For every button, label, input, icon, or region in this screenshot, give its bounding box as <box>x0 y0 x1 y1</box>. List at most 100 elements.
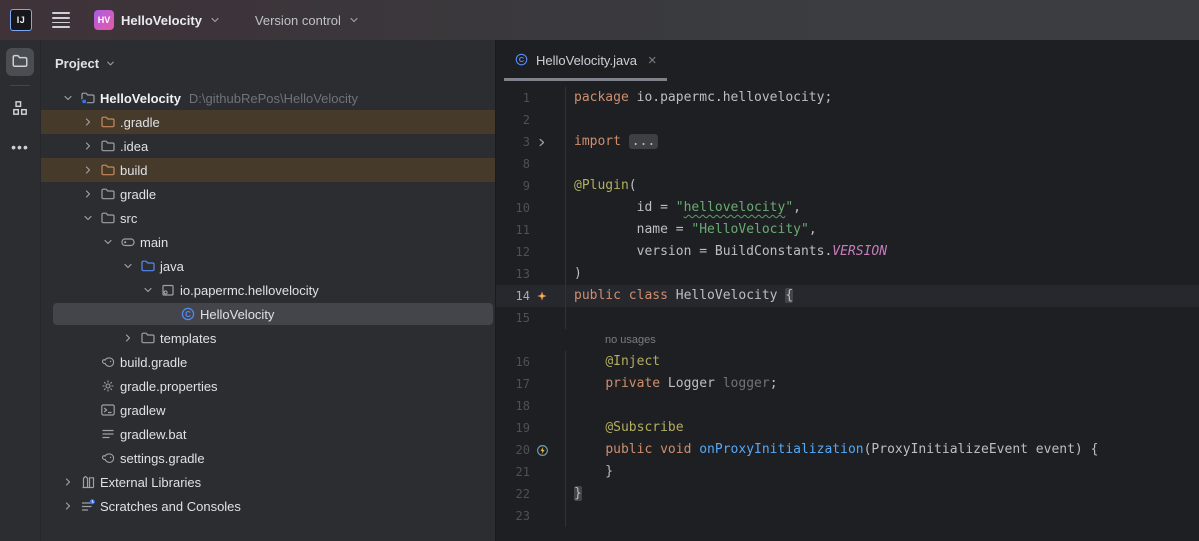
code-token: id = <box>574 200 676 215</box>
tree-item-java[interactable]: java <box>41 254 495 278</box>
project-panel-header[interactable]: Project <box>41 40 495 86</box>
code-line-21[interactable]: 21 } <box>496 461 1199 483</box>
tree-item-scratches-and-consoles[interactable]: Scratches and Consoles <box>41 494 495 518</box>
tree-item-build[interactable]: build <box>41 158 495 182</box>
event-listener-gutter-icon[interactable] <box>534 439 565 461</box>
tree-item-label: Scratches and Consoles <box>100 499 241 514</box>
code-line-15[interactable]: 15 <box>496 307 1199 329</box>
chevron-placeholder <box>78 378 98 394</box>
code-line-18[interactable]: 18 <box>496 395 1199 417</box>
fold-arrow-icon[interactable] <box>534 131 565 153</box>
code-line-1[interactable]: 1package io.papermc.hellovelocity; <box>496 87 1199 109</box>
code-line-20[interactable]: 20 public void onProxyInitialization(Pro… <box>496 439 1199 461</box>
tree-item-hellovelocity[interactable]: HelloVelocityD:\githubRePos\HelloVelocit… <box>41 86 495 110</box>
chevron-right-icon[interactable] <box>58 474 78 490</box>
code-token: @Inject <box>605 354 660 369</box>
chevron-down-icon[interactable] <box>98 234 118 250</box>
code-text: } <box>566 461 613 483</box>
tree-item-gradlew-bat[interactable]: gradlew.bat <box>41 422 495 446</box>
gutter: 3 <box>496 131 566 153</box>
code-token: @Subscribe <box>605 420 683 435</box>
code-token: io.papermc.hellovelocity; <box>629 90 833 105</box>
code-text: name = "HelloVelocity", <box>566 219 817 241</box>
code-line-19[interactable]: 19 @Subscribe <box>496 417 1199 439</box>
code-token: } <box>574 464 613 479</box>
plugin-gutter-icon[interactable] <box>534 285 565 307</box>
gutter: 22 <box>496 483 566 505</box>
more-tool-windows-button[interactable]: ••• <box>6 133 34 161</box>
tree-item-src[interactable]: src <box>41 206 495 230</box>
intellij-window: IJ HV HelloVelocity Version control <box>0 0 1199 541</box>
vcs-widget[interactable]: Version control <box>255 13 360 28</box>
code-text: @Inject <box>566 351 660 373</box>
code-line-9[interactable]: 9@Plugin( <box>496 175 1199 197</box>
main-toolbar: IJ HV HelloVelocity Version control <box>0 0 1199 40</box>
code-line-10[interactable]: 10 id = "hellovelocity", <box>496 197 1199 219</box>
tree-item-build-gradle[interactable]: build.gradle <box>41 350 495 374</box>
chevron-down-icon[interactable] <box>78 210 98 226</box>
code-line-11[interactable]: 11 name = "HelloVelocity", <box>496 219 1199 241</box>
tree-item-gradlew[interactable]: gradlew <box>41 398 495 422</box>
code-token: package <box>574 90 629 105</box>
tree-item-gradle[interactable]: gradle <box>41 182 495 206</box>
code-line-2[interactable]: 2 <box>496 109 1199 131</box>
chevron-down-icon[interactable] <box>138 282 158 298</box>
code-token: " <box>676 200 684 215</box>
gutter: 16 <box>496 351 566 373</box>
chevron-down-icon[interactable] <box>58 90 78 106</box>
code-line-8[interactable]: 8 <box>496 153 1199 175</box>
gutter-marker-slot <box>534 307 565 329</box>
chevron-right-icon[interactable] <box>78 162 98 178</box>
code-token: version = BuildConstants. <box>574 244 832 259</box>
tree-item-templates[interactable]: templates <box>41 326 495 350</box>
tree-item-external-libraries[interactable]: External Libraries <box>41 470 495 494</box>
folder-icon <box>11 52 29 73</box>
code-token <box>574 420 605 435</box>
gutter: 12 <box>496 241 566 263</box>
code-line-17[interactable]: 17 private Logger logger; <box>496 373 1199 395</box>
tool-window-button-project[interactable] <box>6 48 34 76</box>
tree-item-label: java <box>160 259 184 274</box>
tree-item-idea[interactable]: .idea <box>41 134 495 158</box>
project-widget[interactable]: HV HelloVelocity <box>94 10 221 30</box>
code-text: version = BuildConstants.VERSION <box>566 241 887 263</box>
code-text: @Plugin( <box>566 175 637 197</box>
chevron-down-icon[interactable] <box>118 258 138 274</box>
code-line-14[interactable]: 14public class HelloVelocity { <box>496 285 1199 307</box>
code-line-3[interactable]: 3import ... <box>496 131 1199 153</box>
code-text: public void onProxyInitialization(ProxyI… <box>566 439 1098 461</box>
code-token: logger <box>723 376 770 391</box>
code-text <box>566 395 574 417</box>
tree-item-label: gradlew <box>120 403 166 418</box>
code-line-23[interactable]: 23 <box>496 505 1199 527</box>
usages-inlay-hint[interactable]: no usages <box>496 329 656 351</box>
folder-icon <box>98 186 118 202</box>
chevron-right-icon[interactable] <box>78 114 98 130</box>
code-editor[interactable]: 1package io.papermc.hellovelocity;23impo… <box>496 81 1199 541</box>
main-menu-button[interactable] <box>52 12 70 27</box>
code-text: id = "hellovelocity", <box>566 197 801 219</box>
code-line-13[interactable]: 13) <box>496 263 1199 285</box>
tree-item-hellovelocity[interactable]: CHelloVelocity <box>41 302 495 326</box>
chevron-right-icon[interactable] <box>118 330 138 346</box>
tree-item-gradle-properties[interactable]: gradle.properties <box>41 374 495 398</box>
tree-item-gradle[interactable]: .gradle <box>41 110 495 134</box>
tree-item-label: HelloVelocity <box>200 307 274 322</box>
tree-item-settings-gradle[interactable]: settings.gradle <box>41 446 495 470</box>
activity-bar: ••• <box>0 40 40 541</box>
chevron-right-icon[interactable] <box>78 138 98 154</box>
project-folder-icon <box>78 90 98 106</box>
close-icon[interactable]: × <box>648 53 657 68</box>
chevron-right-icon[interactable] <box>78 186 98 202</box>
tool-window-button-structure[interactable] <box>6 95 34 123</box>
library-icon <box>78 474 98 490</box>
gradle-icon <box>98 354 118 370</box>
code-line-22[interactable]: 22} <box>496 483 1199 505</box>
code-line-16[interactable]: 16 @Inject <box>496 351 1199 373</box>
tree-item-io-papermc-hellovelocity[interactable]: io.papermc.hellovelocity <box>41 278 495 302</box>
chevron-right-icon[interactable] <box>58 498 78 514</box>
terminal-icon <box>98 402 118 418</box>
code-line-12[interactable]: 12 version = BuildConstants.VERSION <box>496 241 1199 263</box>
tab-hellovelocity-java[interactable]: C HelloVelocity.java × <box>504 40 667 81</box>
tree-item-main[interactable]: main <box>41 230 495 254</box>
